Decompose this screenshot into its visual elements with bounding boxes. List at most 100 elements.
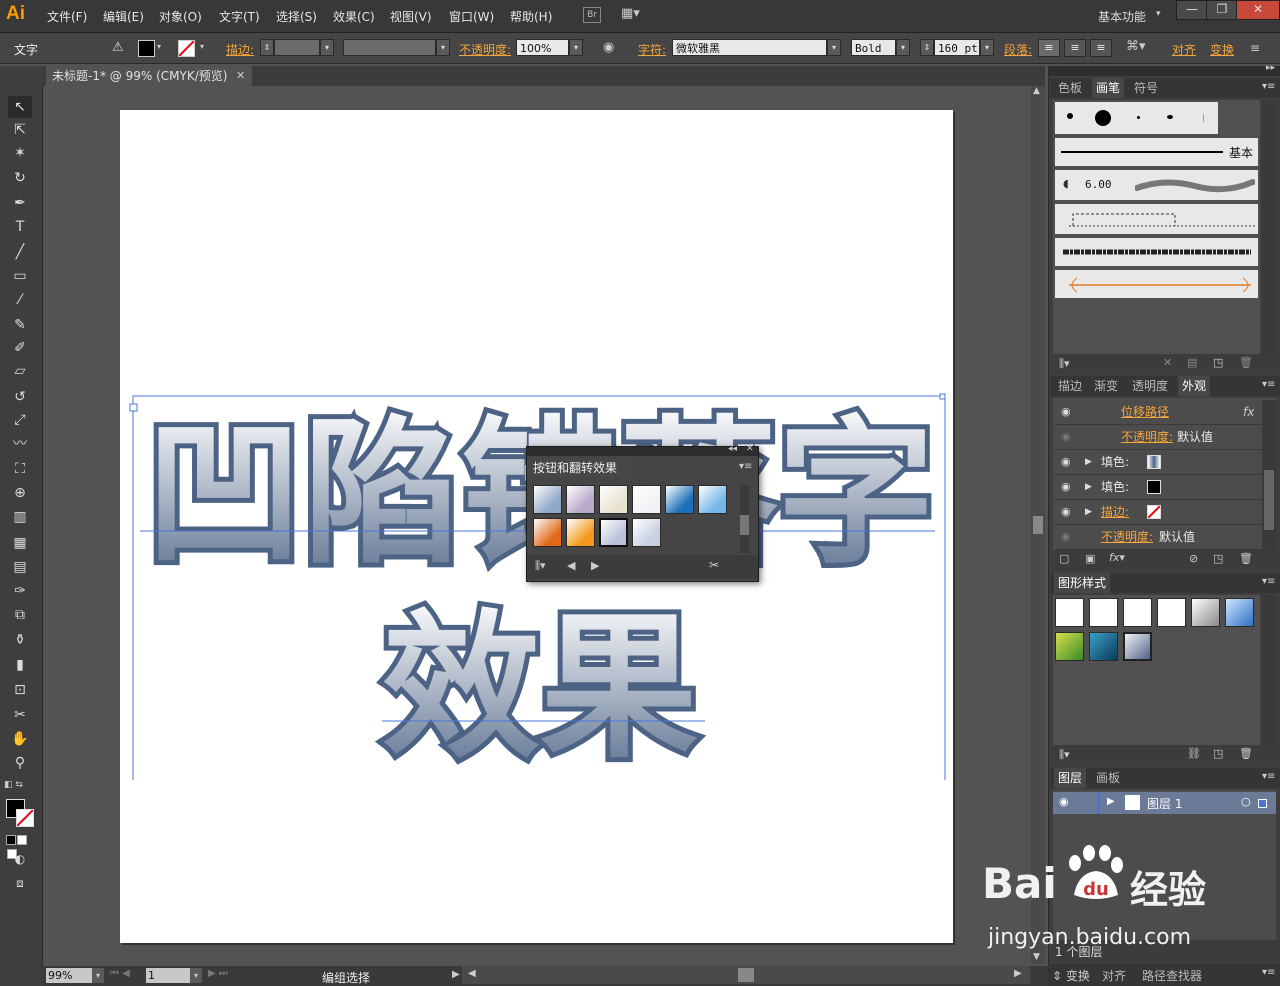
stroke-label[interactable]: 描边: xyxy=(226,41,254,58)
target-icon[interactable]: ○ xyxy=(1241,795,1251,808)
font-family-field[interactable]: 微软雅黑 xyxy=(672,39,827,56)
opacity-field[interactable]: 100% xyxy=(516,39,569,56)
tab-swatches[interactable]: 色板 xyxy=(1054,78,1086,98)
button-style-swatch[interactable] xyxy=(599,518,628,547)
delete-style-icon[interactable]: 🗑 xyxy=(1239,747,1253,760)
character-label[interactable]: 字符: xyxy=(638,41,666,58)
first-artboard-icon[interactable]: ⏮ ◀ xyxy=(110,968,130,979)
appearance-attribute-label[interactable]: 填色: xyxy=(1101,450,1129,474)
break-link-icon[interactable]: ✂ xyxy=(709,558,719,572)
pen-tool-icon[interactable]: ✒ xyxy=(8,192,32,214)
stroke-weight-dropdown[interactable]: ▾ xyxy=(320,39,334,56)
close-icon[interactable]: ✕ xyxy=(746,444,754,454)
rotate-tool-icon[interactable]: ↺ xyxy=(8,386,32,408)
chevron-down-icon[interactable]: ▾ xyxy=(157,42,161,51)
brush-tip[interactable] xyxy=(1167,115,1173,119)
appearance-row[interactable]: ◉ ▶ 填色: xyxy=(1055,450,1262,475)
shape-builder-tool-icon[interactable]: ⊕ xyxy=(8,482,32,504)
zoom-dropdown[interactable]: ▾ xyxy=(92,968,104,983)
visibility-eye-icon[interactable]: ◉ xyxy=(1061,425,1071,449)
arrange-docs-icon[interactable]: ▦▾ xyxy=(621,7,649,21)
tab-appearance[interactable]: 外观 xyxy=(1178,376,1211,396)
zoom-tool-icon[interactable]: ⚲ xyxy=(8,752,32,774)
symbol-sprayer-tool-icon[interactable]: ⚱ xyxy=(8,629,32,651)
menu-effect[interactable]: 效果(C) xyxy=(333,8,375,25)
recolor-icon[interactable]: ◉ xyxy=(603,40,614,55)
panel-menu-icon[interactable]: ▾≡ xyxy=(1262,967,1275,978)
brushes-scrollbar[interactable] xyxy=(1262,100,1276,354)
scroll-left-icon[interactable]: ◀ xyxy=(468,968,476,979)
selection-indicator[interactable] xyxy=(1258,799,1267,808)
appearance-attribute-label[interactable]: 不透明度: xyxy=(1121,425,1173,449)
visibility-eye-icon[interactable]: ◉ xyxy=(1061,450,1071,474)
blend-tool-icon[interactable]: ⧉ xyxy=(8,604,32,626)
brush-tip[interactable] xyxy=(1067,113,1073,119)
appearance-attribute-label[interactable]: 位移路径 xyxy=(1121,400,1169,424)
appearance-attribute-label[interactable]: 不透明度: xyxy=(1101,525,1153,549)
pencil-tool-icon[interactable]: ✎ xyxy=(8,314,32,336)
button-style-swatch[interactable] xyxy=(632,518,661,547)
graphic-style-library-icon[interactable]: ⫼▾ xyxy=(1059,748,1070,762)
blob-brush-tool-icon[interactable]: ✐ xyxy=(8,337,32,359)
appearance-row[interactable]: ◉ ▶ 填色: xyxy=(1055,475,1262,500)
variable-width-field[interactable] xyxy=(343,39,436,56)
default-colors-icon[interactable]: ◧ ⇆ xyxy=(4,780,23,790)
button-style-swatch[interactable] xyxy=(533,518,562,547)
maximize-button[interactable]: ❐ xyxy=(1206,0,1238,20)
effect-fx-icon[interactable]: fx xyxy=(1243,400,1254,424)
panel-menu-icon[interactable]: ▾≡ xyxy=(1262,576,1275,587)
visibility-eye-icon[interactable]: ◉ xyxy=(1061,400,1071,424)
stroke-weight-field[interactable] xyxy=(274,39,320,56)
brush-arrow-row[interactable] xyxy=(1055,270,1258,298)
brush-tip[interactable] xyxy=(1095,110,1111,126)
panel-menu-icon[interactable]: ▾≡ xyxy=(1262,379,1275,390)
status-menu-icon[interactable]: ▶ xyxy=(452,969,460,980)
fill-swatch[interactable] xyxy=(1147,455,1161,469)
add-effect-icon[interactable]: fx▾ xyxy=(1109,551,1125,564)
mesh-tool-icon[interactable]: ▦ xyxy=(8,532,32,554)
graphic-style-swatch[interactable] xyxy=(1055,632,1084,661)
expand-triangle-icon[interactable]: ▶ xyxy=(1107,796,1115,807)
warp-tool-icon[interactable]: 〰 xyxy=(8,433,32,455)
tab-brushes[interactable]: 画笔 xyxy=(1092,78,1125,98)
menu-file[interactable]: 文件(F) xyxy=(47,8,87,25)
hand-tool-icon[interactable]: ✋ xyxy=(8,728,32,750)
appearance-row[interactable]: ◉ 位移路径 fx xyxy=(1055,400,1262,425)
font-style-field[interactable]: Bold xyxy=(851,39,896,56)
selection-tool-icon[interactable]: ↖ xyxy=(8,96,32,118)
layer-row[interactable]: ◉ ▶ 图层 1 ○ xyxy=(1053,792,1276,814)
visibility-eye-icon[interactable]: ◉ xyxy=(1061,475,1071,499)
previous-library-icon[interactable]: ◀ xyxy=(567,559,575,572)
button-style-swatch[interactable] xyxy=(632,485,661,514)
control-menu-icon[interactable]: ≡ xyxy=(1250,41,1260,55)
graphic-style-swatch[interactable] xyxy=(1157,598,1186,627)
button-style-swatch[interactable] xyxy=(698,485,727,514)
brush-tip[interactable] xyxy=(1203,114,1204,122)
scroll-up-icon[interactable]: ▲ xyxy=(1033,86,1040,96)
artboard-dropdown[interactable]: ▾ xyxy=(190,968,202,983)
panel-scrollbar[interactable] xyxy=(740,485,749,553)
type-tool-icon[interactable]: T xyxy=(8,216,32,238)
menu-help[interactable]: 帮助(H) xyxy=(510,8,552,25)
lasso-tool-icon[interactable]: ↻ xyxy=(8,167,32,189)
align-center-icon[interactable]: ≡ xyxy=(1064,39,1086,57)
appearance-scrollbar[interactable] xyxy=(1262,400,1276,550)
delete-brush-icon[interactable]: 🗑 xyxy=(1239,356,1253,369)
column-graph-tool-icon[interactable]: ▮ xyxy=(8,654,32,676)
artboard-number-field[interactable]: 1 xyxy=(146,968,190,983)
stroke-swatch[interactable] xyxy=(16,809,34,827)
duplicate-item-icon[interactable]: ◳ xyxy=(1213,552,1223,565)
button-style-swatch[interactable] xyxy=(533,485,562,514)
brush-tip[interactable] xyxy=(1137,116,1140,119)
chevron-down-icon[interactable]: ▾ xyxy=(200,42,204,51)
button-style-swatch[interactable] xyxy=(566,518,595,547)
graphic-style-selected[interactable] xyxy=(1123,632,1152,661)
panel-menu-icon[interactable]: ▾≡ xyxy=(1262,771,1275,782)
screen-mode-icon[interactable]: ⧈ xyxy=(8,872,32,894)
appearance-row[interactable]: ◉ ▶ 描边: xyxy=(1055,500,1262,525)
font-size-stepper[interactable]: ⇕ xyxy=(920,39,934,56)
status-message[interactable]: 编组选择 xyxy=(322,969,370,986)
rectangle-tool-icon[interactable]: ▭ xyxy=(8,265,32,287)
gradient-tool-icon[interactable]: ▤ xyxy=(8,556,32,578)
horizontal-scrollbar[interactable]: ◀ ▶ xyxy=(462,966,1030,984)
